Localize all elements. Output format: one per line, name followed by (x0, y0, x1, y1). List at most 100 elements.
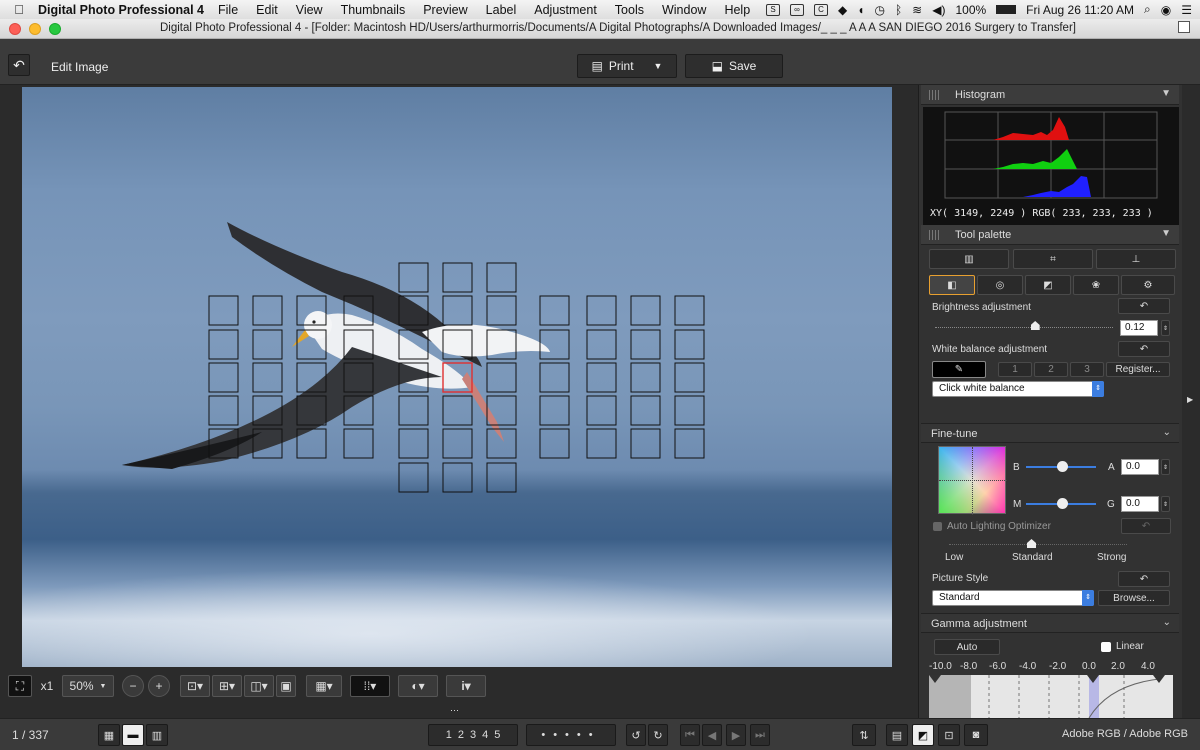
zoom-in-button[interactable]: + (148, 675, 170, 697)
apple-icon[interactable]:  (0, 2, 38, 17)
collapse-icon[interactable]: ▼ (1161, 88, 1171, 99)
tile-view-icon[interactable]: ▣ (276, 675, 296, 697)
tab-lens-correction[interactable]: ◎ (977, 275, 1023, 295)
panel-collapse-strip[interactable]: ▶ (1182, 85, 1200, 718)
cc-icon[interactable]: ∞ (790, 3, 804, 16)
menu-adjustment[interactable]: Adjustment (534, 3, 597, 17)
wb-preset-3-button[interactable]: 3 (1070, 362, 1104, 377)
rating-2-button[interactable]: 2 (458, 729, 464, 741)
register-button[interactable]: Register... (1106, 362, 1170, 377)
brightness-slider-knob[interactable] (1030, 321, 1040, 330)
b-a-slider-knob[interactable] (1057, 461, 1068, 472)
spotlight-icon[interactable]: ⌕ (1144, 2, 1151, 17)
rotate-right-button[interactable]: ↻ (648, 724, 668, 746)
wifi-icon[interactable]: ≋ (912, 3, 922, 17)
split-view-icon[interactable]: ◫▾ (244, 675, 274, 697)
wb-preset-2-button[interactable]: 2 (1034, 362, 1068, 377)
volume-icon[interactable]: ◖ (857, 3, 864, 17)
menu-file[interactable]: File (218, 3, 238, 17)
side-list-view-button[interactable]: ▥ (146, 724, 168, 746)
grip-icon[interactable] (929, 230, 939, 240)
crop-tool-button[interactable]: ⌗ (1013, 249, 1093, 269)
audio-icon[interactable]: ◀) (932, 3, 945, 17)
filmstrip-view-button[interactable]: ▬ (122, 724, 144, 746)
back-button[interactable]: ↶ (8, 54, 30, 76)
chevron-right-icon[interactable]: ▶ (1187, 395, 1193, 404)
dropbox-icon[interactable]: ◆ (838, 3, 847, 17)
eyedropper-button[interactable]: ✎ (932, 361, 986, 378)
navigator-toggle[interactable]: ⊡ (938, 724, 960, 746)
collapse-chevron-icon[interactable]: ⌄ (1163, 427, 1171, 438)
tab-color-adjustment[interactable]: ❀ (1073, 275, 1119, 295)
gamma-auto-button[interactable]: Auto (934, 639, 1000, 655)
menu-window[interactable]: Window (662, 3, 706, 17)
gamma-graph[interactable] (929, 675, 1173, 718)
next-image-button[interactable]: ▶ (726, 724, 746, 746)
rating-4-button[interactable]: 4 (482, 729, 488, 741)
time-machine-icon[interactable]: ◷ (874, 3, 884, 17)
notification-icon[interactable]: ☰ (1181, 3, 1192, 17)
compare-view-icon[interactable]: ⊞▾ (212, 675, 242, 697)
menu-thumbnails[interactable]: Thumbnails (341, 3, 406, 17)
last-image-button[interactable]: ⏭ (750, 724, 770, 746)
white-balance-reset-button[interactable]: ↶ (1118, 341, 1170, 357)
fine-tune-header[interactable]: Fine-tune ⌄ (921, 423, 1179, 443)
zoom-select[interactable]: 50% ▼ (62, 675, 114, 697)
highlight-warning-icon[interactable]: ◐▾ (398, 675, 438, 697)
gamma-header[interactable]: Gamma adjustment ⌄ (921, 613, 1179, 633)
alo-slider-track[interactable] (949, 544, 1127, 545)
menu-view[interactable]: View (296, 3, 323, 17)
alo-reset-button[interactable]: ↶ (1121, 518, 1171, 534)
rating-3-button[interactable]: 3 (470, 729, 476, 741)
picture-style-select[interactable]: Standard ⇕ (932, 590, 1094, 606)
close-window-button[interactable] (9, 23, 21, 35)
tool-palette-header[interactable]: Tool palette ▼ (921, 225, 1179, 245)
browse-button[interactable]: Browse... (1098, 590, 1170, 606)
chevron-down-icon[interactable]: ▼ (654, 61, 663, 71)
save-button[interactable]: ⬓ Save (685, 54, 783, 78)
g-value-input[interactable]: 0.0 (1121, 496, 1159, 512)
siri-icon[interactable]: ◉ (1161, 3, 1171, 17)
a-value-input[interactable]: 0.0 (1121, 459, 1159, 475)
shield-icon[interactable]: S (766, 3, 780, 16)
rotate-left-button[interactable]: ↺ (626, 724, 646, 746)
fit-screen-button[interactable]: ⛶ (8, 675, 32, 697)
brightness-reset-button[interactable]: ↶ (1118, 298, 1170, 314)
c-icon[interactable]: C (814, 3, 828, 16)
rating-5-button[interactable]: 5 (494, 729, 500, 741)
tab-basic-adjustment[interactable]: ◧ (929, 275, 975, 295)
brightness-stepper[interactable]: ⇕ (1161, 320, 1170, 336)
zoom-window-button[interactable] (49, 23, 61, 35)
single-view-icon[interactable]: ⊡▾ (180, 675, 210, 697)
white-balance-select[interactable]: Click white balance ⇕ (932, 381, 1104, 397)
g-stepper[interactable]: ⇕ (1161, 496, 1170, 512)
alo-checkbox[interactable] (933, 522, 942, 531)
camera-icon[interactable]: ◙ (964, 724, 988, 746)
wb-preset-1-button[interactable]: 1 (998, 362, 1032, 377)
menu-help[interactable]: Help (724, 3, 750, 17)
color-grid[interactable] (938, 446, 1007, 515)
menu-preview[interactable]: Preview (423, 3, 467, 17)
info-icon[interactable]: i▾ (446, 675, 486, 697)
zoom-x1-button[interactable]: x1 (34, 675, 60, 697)
rgb-tool-button[interactable]: ▥ (929, 249, 1009, 269)
menu-tools[interactable]: Tools (615, 3, 644, 17)
menu-edit[interactable]: Edit (256, 3, 278, 17)
linear-checkbox[interactable] (1101, 642, 1111, 652)
bluetooth-icon[interactable]: ᛒ (895, 3, 902, 17)
star-rating-control[interactable]: ••••• (526, 724, 616, 746)
rating-1-button[interactable]: 1 (446, 729, 452, 741)
prev-image-button[interactable]: ◀ (702, 724, 722, 746)
filter-button[interactable]: ⇅ (852, 724, 876, 746)
first-image-button[interactable]: ⏮ (680, 724, 700, 746)
expand-arrow-icon[interactable]: ⋯ (450, 705, 459, 716)
thumbnail-view-button[interactable]: ▦ (98, 724, 120, 746)
battery-icon[interactable] (996, 5, 1017, 14)
a-stepper[interactable]: ⇕ (1161, 459, 1170, 475)
clock[interactable]: Fri Aug 26 11:20 AM (1026, 3, 1134, 17)
histogram-toggle[interactable]: ◩ (912, 724, 934, 746)
alo-slider-knob[interactable] (1027, 539, 1036, 548)
brightness-slider-track[interactable] (935, 327, 1113, 328)
grip-icon[interactable] (929, 90, 939, 100)
collapse-chevron-icon[interactable]: ⌄ (1163, 617, 1171, 628)
